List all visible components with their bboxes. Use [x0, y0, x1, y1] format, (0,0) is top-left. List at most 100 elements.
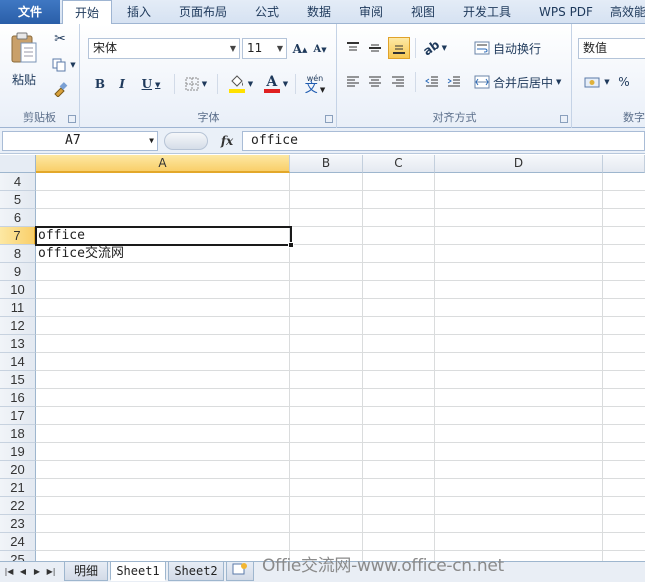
column-header-e[interactable]	[603, 155, 645, 173]
row-header-23[interactable]: 23	[0, 515, 36, 533]
active-cell-border	[35, 226, 292, 246]
row-header-13[interactable]: 13	[0, 335, 36, 353]
currency-button[interactable]: ▼	[580, 72, 614, 92]
row-header-19[interactable]: 19	[0, 443, 36, 461]
copy-button[interactable]: ▼	[50, 56, 78, 74]
row-header-6[interactable]: 6	[0, 209, 36, 227]
gridline-horizontal	[36, 370, 645, 371]
column-header-a[interactable]: A	[36, 155, 290, 173]
align-bottom-button[interactable]	[388, 37, 410, 59]
number-format-select[interactable]: 数值	[578, 38, 645, 59]
formula-input[interactable]: office	[242, 131, 645, 151]
chevron-down-icon: ▼	[229, 44, 236, 53]
first-sheet-icon[interactable]: |◀	[4, 565, 14, 579]
tab-home[interactable]: 开始	[62, 0, 112, 25]
name-box[interactable]: A7 ▼	[2, 131, 158, 151]
shrink-font-button[interactable]: A ▼	[311, 39, 329, 59]
row-header-22[interactable]: 22	[0, 497, 36, 515]
tab-developer[interactable]: 开发工具	[450, 0, 524, 24]
font-color-button[interactable]: A ▼	[259, 72, 293, 96]
align-top-icon	[347, 42, 359, 51]
gridline-horizontal	[36, 316, 645, 317]
row-header-24[interactable]: 24	[0, 533, 36, 551]
bold-button[interactable]: B	[91, 74, 109, 94]
align-middle-button[interactable]	[365, 38, 385, 58]
insert-function-button[interactable]: fx	[215, 131, 239, 151]
tab-file[interactable]: 文件	[0, 0, 60, 24]
align-right-button[interactable]	[388, 72, 408, 92]
tab-wps-pdf[interactable]: WPS PDF	[526, 0, 606, 24]
font-launcher[interactable]	[325, 115, 333, 123]
format-painter-button[interactable]	[50, 80, 70, 98]
tab-page-layout[interactable]: 页面布局	[166, 0, 240, 24]
orientation-button[interactable]: ab ▼	[420, 37, 450, 58]
gridline-horizontal	[36, 442, 645, 443]
row-header-9[interactable]: 9	[0, 263, 36, 281]
italic-button[interactable]: I	[113, 74, 131, 94]
align-center-button[interactable]	[365, 72, 385, 92]
row-header-17[interactable]: 17	[0, 407, 36, 425]
decrease-indent-button[interactable]	[422, 72, 442, 92]
fill-handle[interactable]	[288, 242, 294, 248]
column-header-b[interactable]: B	[290, 155, 363, 173]
row-header-25[interactable]: 25	[0, 551, 36, 561]
tab-efficiency[interactable]: 高效能	[610, 0, 645, 24]
gridline-horizontal	[36, 280, 645, 281]
row-header-10[interactable]: 10	[0, 281, 36, 299]
merge-center-button[interactable]: 合并后居中 ▼	[474, 72, 568, 92]
wrap-text-button[interactable]: 自动换行	[474, 38, 564, 58]
sheet-tab-mingxi[interactable]: 明细	[64, 562, 108, 581]
row-header-18[interactable]: 18	[0, 425, 36, 443]
row-header-8[interactable]: 8	[0, 245, 36, 263]
tab-view[interactable]: 视图	[398, 0, 448, 24]
insert-sheet-button[interactable]	[226, 562, 254, 581]
increase-indent-button[interactable]	[444, 72, 464, 92]
chevron-down-icon: ▼	[155, 79, 161, 89]
underline-button[interactable]: U ▼	[136, 74, 166, 94]
tab-insert[interactable]: 插入	[114, 0, 164, 24]
sheet-tab-sheet1[interactable]: Sheet1	[110, 562, 166, 581]
column-header-c[interactable]: C	[363, 155, 435, 173]
row-header-20[interactable]: 20	[0, 461, 36, 479]
row-header-14[interactable]: 14	[0, 353, 36, 371]
align-left-button[interactable]	[343, 72, 363, 92]
paste-button[interactable]: 粘贴	[6, 28, 42, 90]
phonetic-button[interactable]: wén 文 ▼	[299, 70, 331, 98]
grow-font-button[interactable]: A ▲	[291, 39, 309, 59]
border-icon	[185, 77, 199, 91]
clipboard-launcher[interactable]	[68, 115, 76, 123]
prev-sheet-icon[interactable]: ◀	[18, 565, 28, 579]
row-header-4[interactable]: 4	[0, 173, 36, 191]
row-header-21[interactable]: 21	[0, 479, 36, 497]
cut-button[interactable]: ✂	[50, 30, 70, 48]
row-header-5[interactable]: 5	[0, 191, 36, 209]
select-all-button[interactable]	[0, 155, 36, 173]
row-header-16[interactable]: 16	[0, 389, 36, 407]
column-header-d[interactable]: D	[435, 155, 603, 173]
gridline-horizontal	[36, 478, 645, 479]
borders-button[interactable]: ▼	[181, 74, 211, 94]
fill-color-button[interactable]: ▼	[223, 72, 259, 96]
percent-button[interactable]: %	[615, 72, 633, 92]
formula-bar-toggle[interactable]	[164, 132, 208, 150]
gridline-vertical	[434, 173, 435, 561]
last-sheet-icon[interactable]: ▶|	[46, 565, 56, 579]
row-header-12[interactable]: 12	[0, 317, 36, 335]
tab-review[interactable]: 审阅	[346, 0, 396, 24]
next-sheet-icon[interactable]: ▶	[32, 565, 42, 579]
gridline-horizontal	[36, 334, 645, 335]
alignment-launcher[interactable]	[560, 115, 568, 123]
worksheet-grid[interactable]: ABCD 4 5 6 7 8 9 10 11 12 13 14 15 16 17 18 19 20 21 22 23 2…	[0, 155, 645, 561]
row-header-7[interactable]: 7	[0, 227, 36, 245]
tab-formulas[interactable]: 公式	[242, 0, 292, 24]
cell-a8[interactable]: office交流网	[36, 245, 290, 263]
phonetic-char: 文	[304, 80, 318, 96]
font-group: 宋体 ▼ 11 ▼ A ▲ A ▼ B I U ▼ ▼ ▼ A ▼ wén 文 …	[81, 24, 337, 128]
align-top-button[interactable]	[343, 38, 363, 58]
row-header-15[interactable]: 15	[0, 371, 36, 389]
tab-data[interactable]: 数据	[294, 0, 344, 24]
font-name-select[interactable]: 宋体 ▼	[88, 38, 240, 59]
font-size-select[interactable]: 11 ▼	[242, 38, 287, 59]
row-header-11[interactable]: 11	[0, 299, 36, 317]
sheet-tab-sheet2[interactable]: Sheet2	[168, 562, 224, 581]
